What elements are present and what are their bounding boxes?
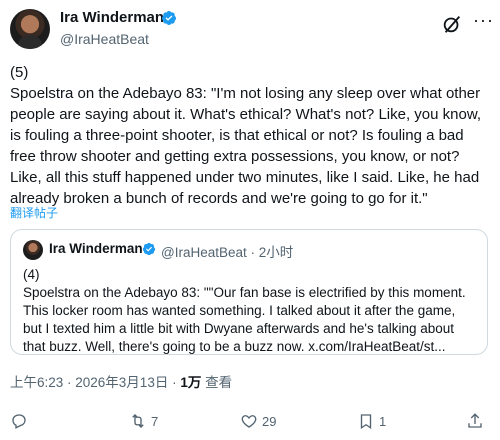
like-icon <box>241 415 257 428</box>
bookmark-count: 1 <box>379 413 387 429</box>
quoted-author-avatar <box>23 240 43 260</box>
grok-icon[interactable] <box>441 13 463 35</box>
more-icon[interactable]: ··· <box>473 10 494 31</box>
verified-icon <box>161 11 176 25</box>
retweet-icon <box>132 414 144 428</box>
tweet-timestamp[interactable]: 上午6:23 · 2026年3月13日 · 1万 查看 <box>10 371 232 391</box>
tweet-text: (5) Spoelstra on the Adebayo 83: "I'm no… <box>10 64 481 207</box>
post-time: 上午6:23 · 2026年3月13日 · <box>10 375 181 390</box>
like-count: 29 <box>262 413 277 429</box>
like-button[interactable]: 29 <box>240 412 276 430</box>
share-icon <box>468 413 482 428</box>
quoted-meta: @IraHeatBeat · 2小时 <box>161 245 294 260</box>
retweet-count: 7 <box>151 413 159 429</box>
quoted-text: (4) Spoelstra on the Adebayo 83: ""Our f… <box>23 267 466 354</box>
bookmark-icon <box>360 414 372 430</box>
view-count: 1万 <box>180 375 202 390</box>
reply-icon <box>12 414 26 429</box>
verified-icon <box>142 242 156 256</box>
bookmark-button[interactable]: 1 <box>357 412 386 430</box>
reply-button[interactable] <box>10 412 28 430</box>
quoted-author-name: Ira Winderman <box>49 241 143 256</box>
author-name[interactable]: Ira Winderman <box>60 9 164 26</box>
quoted-tweet[interactable]: Ira Winderman @IraHeatBeat · 2小时 (4) Spo… <box>10 229 488 355</box>
retweet-button[interactable]: 7 <box>129 412 158 430</box>
author-avatar[interactable] <box>10 9 50 49</box>
translate-link[interactable]: 翻译帖子 <box>10 204 58 221</box>
author-handle[interactable]: @IraHeatBeat <box>60 31 149 47</box>
views-label: 查看 <box>201 375 233 390</box>
share-button[interactable] <box>466 412 484 430</box>
